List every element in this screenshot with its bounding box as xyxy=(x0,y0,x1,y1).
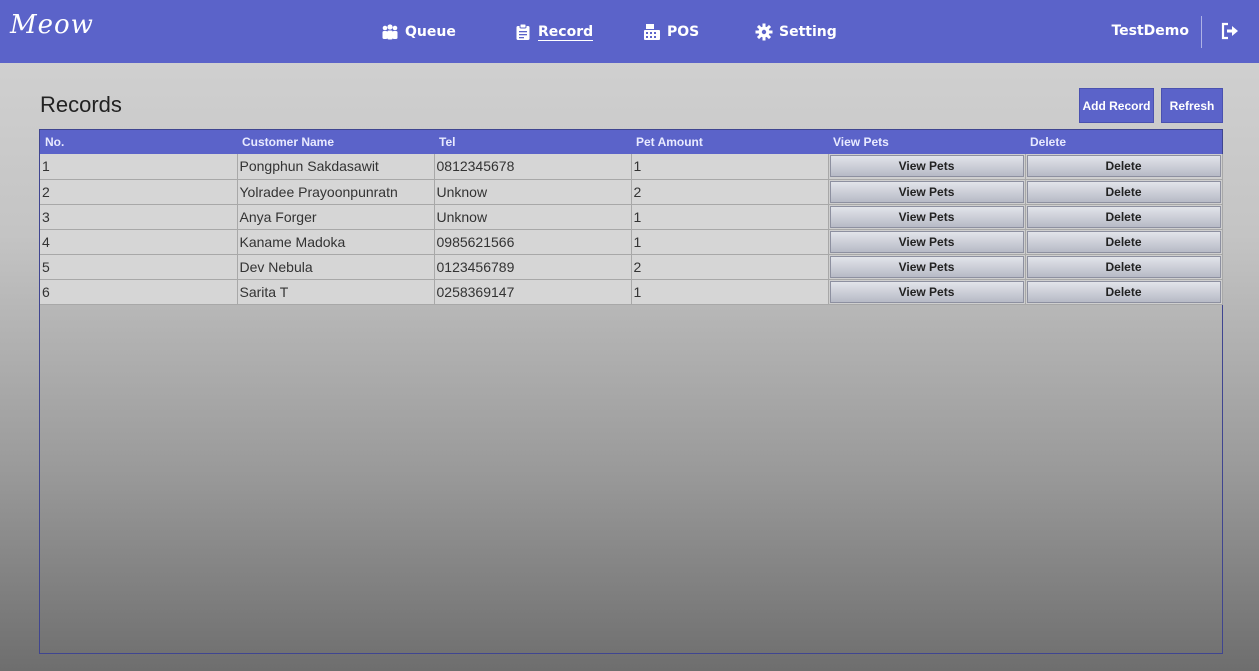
delete-button[interactable]: Delete xyxy=(1026,255,1221,278)
view-pets-button[interactable]: View Pets xyxy=(829,255,1024,278)
col-header-tel: Tel xyxy=(439,135,456,149)
table-header-row: No. Customer Name Tel Pet Amount View Pe… xyxy=(40,130,1222,154)
cell-customer-name: Sarita T xyxy=(237,279,435,305)
table-row: 2 Yolradee Prayoonpunratn Unknow 2 View … xyxy=(40,179,1223,205)
table-row: 6 Sarita T 0258369147 1 View Pets Delete xyxy=(40,279,1223,305)
cell-no: 1 xyxy=(40,154,238,180)
cell-no: 5 xyxy=(40,254,238,280)
view-pets-button[interactable]: View Pets xyxy=(829,155,1024,178)
nav-queue[interactable]: Queue xyxy=(381,20,456,44)
cell-tel: 0812345678 xyxy=(434,154,632,180)
cell-pet-amount: 2 xyxy=(631,254,829,280)
records-table: No. Customer Name Tel Pet Amount View Pe… xyxy=(39,129,1223,654)
delete-button[interactable]: Delete xyxy=(1026,280,1221,303)
cell-customer-name: Anya Forger xyxy=(237,204,435,230)
table-row: 5 Dev Nebula 0123456789 2 View Pets Dele… xyxy=(40,254,1223,280)
cell-tel: Unknow xyxy=(434,179,632,205)
delete-button[interactable]: Delete xyxy=(1026,180,1221,203)
view-pets-button[interactable]: View Pets xyxy=(829,180,1024,203)
cell-pet-amount: 1 xyxy=(631,204,829,230)
page-title: Records xyxy=(40,92,122,117)
nav-record-label: Record xyxy=(538,23,594,41)
cell-pet-amount: 1 xyxy=(631,279,829,305)
delete-button[interactable]: Delete xyxy=(1026,230,1221,253)
clipboard-icon xyxy=(514,23,532,41)
cash-register-icon xyxy=(643,23,661,41)
cell-customer-name: Pongphun Sakdasawit xyxy=(237,154,435,180)
cell-tel: Unknow xyxy=(434,204,632,230)
delete-button[interactable]: Delete xyxy=(1026,155,1221,178)
app-logo[interactable]: Meow xyxy=(10,10,94,40)
col-header-delete: Delete xyxy=(1030,135,1067,149)
cell-no: 4 xyxy=(40,229,238,255)
cell-tel: 0985621566 xyxy=(434,229,632,255)
col-header-pet-amount: Pet Amount xyxy=(636,135,703,149)
cell-pet-amount: 2 xyxy=(631,179,829,205)
nav-pos[interactable]: POS xyxy=(643,20,699,44)
header-divider xyxy=(1201,16,1202,48)
cell-pet-amount: 1 xyxy=(631,229,829,255)
cell-tel: 0258369147 xyxy=(434,279,632,305)
cell-no: 6 xyxy=(40,279,238,305)
table-row: 4 Kaname Madoka 0985621566 1 View Pets D… xyxy=(40,229,1223,255)
username-label[interactable]: TestDemo xyxy=(1111,23,1189,39)
delete-button[interactable]: Delete xyxy=(1026,205,1221,228)
cell-tel: 0123456789 xyxy=(434,254,632,280)
logout-icon[interactable] xyxy=(1220,21,1240,41)
add-record-button[interactable]: Add Record xyxy=(1079,88,1154,123)
top-navbar: Meow Queue Record POS Setting TestDemo xyxy=(0,0,1259,63)
col-header-customer-name: Customer Name xyxy=(242,135,335,149)
nav-record[interactable]: Record xyxy=(514,20,594,44)
view-pets-button[interactable]: View Pets xyxy=(829,205,1024,228)
cell-no: 2 xyxy=(40,179,238,205)
col-header-no: No. xyxy=(45,135,65,149)
table-row: 1 Pongphun Sakdasawit 0812345678 1 View … xyxy=(40,154,1223,180)
table-row: 3 Anya Forger Unknow 1 View Pets Delete xyxy=(40,204,1223,230)
nav-pos-label: POS xyxy=(667,24,700,40)
view-pets-button[interactable]: View Pets xyxy=(829,280,1024,303)
nav-queue-label: Queue xyxy=(405,24,456,40)
gear-icon xyxy=(755,23,773,41)
users-icon xyxy=(381,23,399,41)
nav-setting[interactable]: Setting xyxy=(755,20,837,44)
cell-customer-name: Dev Nebula xyxy=(237,254,435,280)
cell-customer-name: Yolradee Prayoonpunratn xyxy=(237,179,435,205)
refresh-button[interactable]: Refresh xyxy=(1161,88,1223,123)
col-header-view-pets: View Pets xyxy=(833,135,889,149)
cell-customer-name: Kaname Madoka xyxy=(237,229,435,255)
cell-pet-amount: 1 xyxy=(631,154,829,180)
cell-no: 3 xyxy=(40,204,238,230)
view-pets-button[interactable]: View Pets xyxy=(829,230,1024,253)
nav-setting-label: Setting xyxy=(779,24,837,40)
